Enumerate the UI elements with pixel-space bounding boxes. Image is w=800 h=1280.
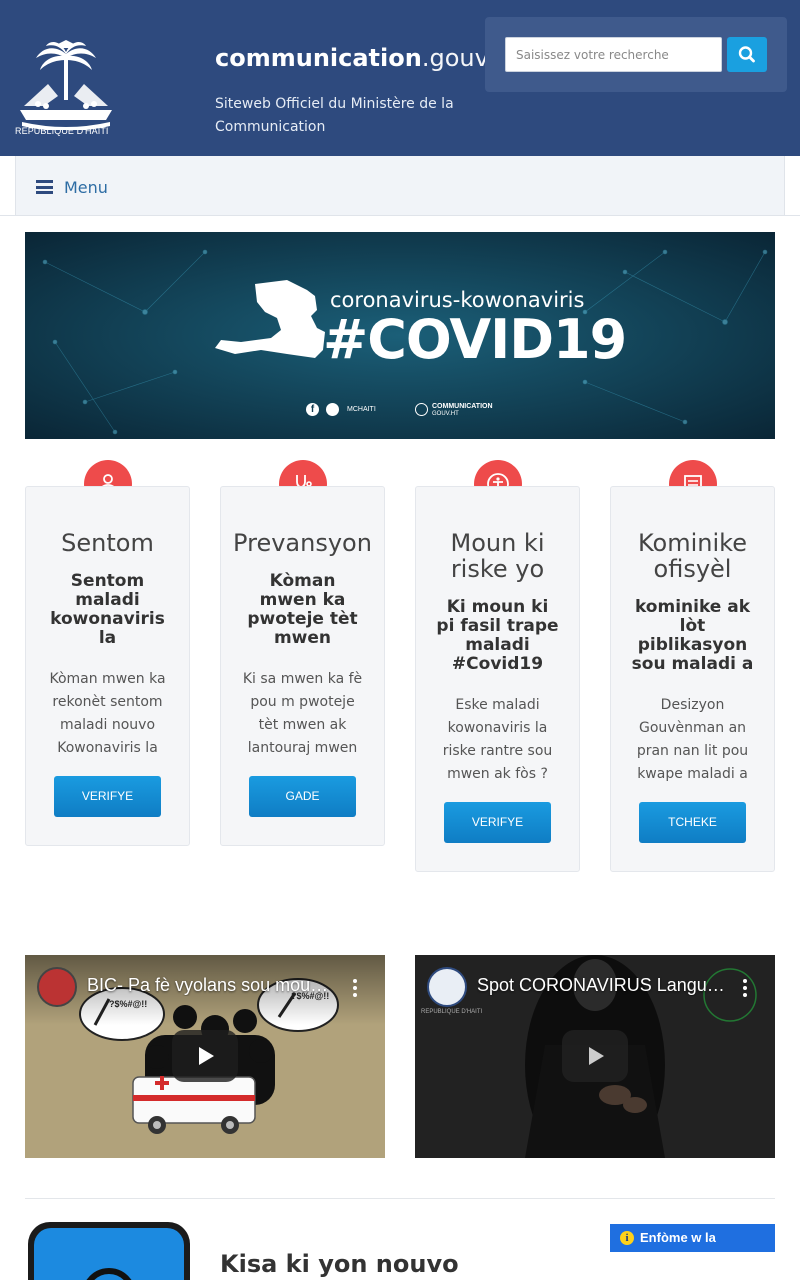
- video-embed-spot-coronavirus[interactable]: REPUBLIQUE D'HAITI Spot CORONAVIRUS Lang…: [415, 955, 775, 1158]
- card-moun-ki-riske: Moun ki riske yo Ki moun ki pi fasil tra…: [415, 486, 580, 872]
- site-header: REPUBLIQUE D'HAITI communication.gouv.ht…: [0, 0, 800, 156]
- card-title: Sentom: [61, 529, 154, 557]
- more-options-icon[interactable]: [353, 979, 357, 997]
- banner-handle: MCHAITI: [347, 406, 376, 413]
- video-embed-bic[interactable]: ?$%#@!! ?$%#@!! BIC- Pa fè vyolans sou m…: [25, 955, 385, 1158]
- site-name-bold: communication: [215, 44, 422, 72]
- card-subtitle: Kòman mwen ka pwoteje tèt mwen: [247, 571, 358, 648]
- card-sentom: Sentom Sentom maladi kowonaviris la Kòma…: [25, 486, 190, 846]
- site-tagline: Siteweb Officiel du Ministère de la Comm…: [215, 96, 454, 135]
- info-icon: i: [620, 1231, 634, 1245]
- navbar-divider: [0, 215, 800, 216]
- logo-caption: REPUBLIQUE D'HAITI: [15, 126, 109, 136]
- phone-illustration: [28, 1222, 190, 1280]
- card-subtitle: Sentom maladi kowonaviris la: [50, 571, 165, 648]
- section-heading: Kisa ki yon nouvo: [220, 1250, 459, 1278]
- play-button[interactable]: [172, 1030, 238, 1082]
- search-button[interactable]: [727, 37, 767, 72]
- verifye-button[interactable]: VERIFYE: [444, 802, 551, 843]
- video-title[interactable]: Spot CORONAVIRUS Langue des signes: [477, 975, 727, 996]
- search-input[interactable]: [505, 37, 722, 72]
- facebook-icon: f: [306, 403, 319, 416]
- card-subtitle: Ki moun ki pi fasil trape maladi #Covid1…: [436, 597, 559, 674]
- channel-avatar[interactable]: [37, 967, 77, 1007]
- card-title: Prevansyon: [233, 529, 372, 557]
- banner-site-line1: COMMUNICATION: [432, 403, 493, 410]
- banner-title: #COVID19: [323, 308, 627, 371]
- card-description: Ki sa mwen ka fè pou m pwoteje tèt mwen …: [242, 671, 363, 756]
- hamburger-icon: [36, 180, 53, 194]
- site-name[interactable]: communication.gouv.ht: [215, 44, 519, 72]
- phone-circle-icon: [82, 1268, 136, 1280]
- enfome-label: Enfòme w la: [640, 1230, 716, 1245]
- menu-toggle-button[interactable]: Menu: [36, 175, 108, 199]
- globe-icon: [415, 403, 428, 416]
- main-navbar: Menu: [15, 156, 785, 216]
- card-description: Desizyon Gouvènman an pran nan lit pou k…: [636, 697, 749, 782]
- search-icon: [738, 46, 755, 63]
- twitter-icon: [326, 403, 339, 416]
- card-description: Kòman mwen ka rekonèt sentom maladi nouv…: [49, 671, 166, 756]
- verifye-button[interactable]: VERIFYE: [54, 776, 161, 817]
- covid19-banner[interactable]: coronavirus-kowonaviris #COVID19 f MCHAI…: [25, 232, 775, 439]
- play-icon: [589, 1047, 604, 1065]
- card-title: Kominike ofisyèl: [638, 529, 747, 583]
- enfome-banner[interactable]: i Enfòme w la: [610, 1224, 775, 1252]
- search-panel: [485, 17, 787, 92]
- channel-caption: REPUBLIQUE D'HAITI: [421, 1009, 483, 1015]
- section-divider: [25, 1198, 775, 1199]
- haiti-coat-of-arms-logo[interactable]: [14, 40, 118, 138]
- card-kominike: Kominike ofisyèl kominike ak lòt piblika…: [610, 486, 775, 872]
- card-subtitle: kominike ak lòt piblikasyon sou maladi a: [631, 597, 754, 674]
- tcheke-button[interactable]: TCHEKE: [639, 802, 746, 843]
- video-title[interactable]: BIC- Pa fè vyolans sou moun ki malad: [87, 975, 337, 996]
- channel-avatar[interactable]: [427, 967, 467, 1007]
- card-title: Moun ki riske yo: [450, 529, 545, 583]
- banner-site-line2: GOUV.HT: [432, 411, 459, 417]
- more-options-icon[interactable]: [743, 979, 747, 997]
- phone-screen: [34, 1228, 184, 1280]
- card-description: Eske maladi kowonaviris la riske rantre …: [442, 697, 553, 782]
- play-button[interactable]: [562, 1030, 628, 1082]
- gade-button[interactable]: GADE: [249, 776, 356, 817]
- card-prevansyon: Prevansyon Kòman mwen ka pwoteje tèt mwe…: [220, 486, 385, 846]
- speech-bubble-left-text: ?$%#@!!: [109, 999, 148, 1009]
- menu-label: Menu: [64, 177, 108, 197]
- play-icon: [199, 1047, 214, 1065]
